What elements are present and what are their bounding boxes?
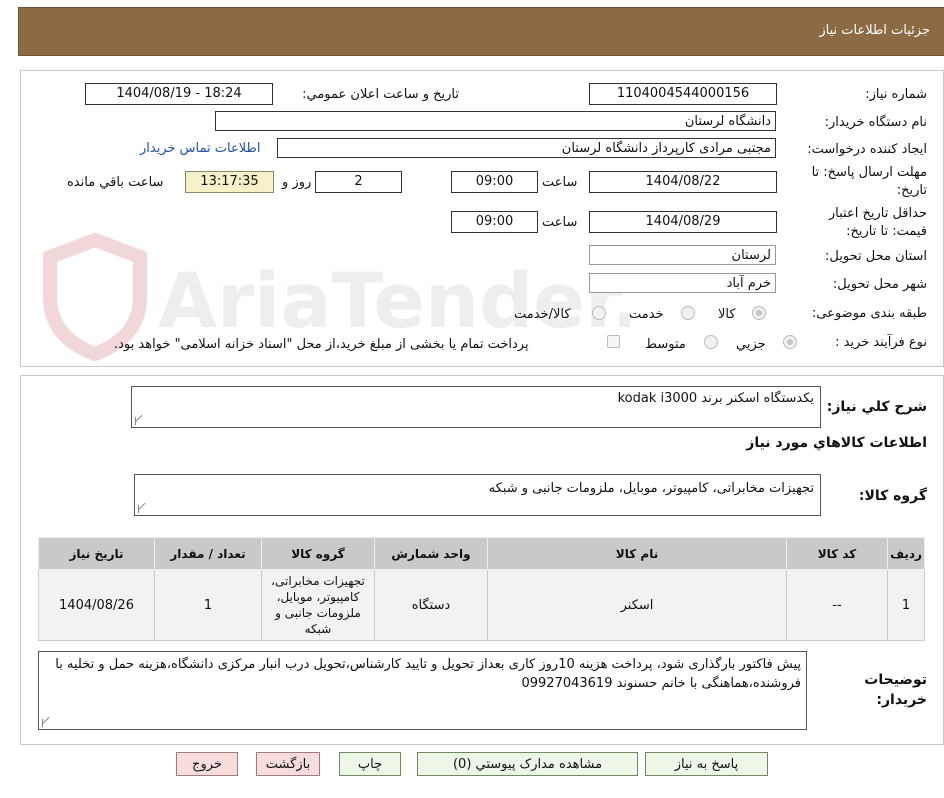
goods-group-textarea[interactable]: تجهيزات مخابراتی، کامپيوتر، موبايل، ملزو…: [134, 474, 821, 516]
deadline-date-field: 1404/08/22: [589, 171, 777, 193]
announce-field: 1404/08/19 - 18:24: [85, 83, 273, 105]
category-radio-both[interactable]: [592, 306, 606, 320]
buyer-notes-label-2: خريدار:: [876, 692, 927, 708]
category-option-both: کالا/خدمت: [514, 307, 571, 322]
days-field: 2: [315, 171, 402, 193]
back-button[interactable]: بازگشت: [256, 752, 320, 776]
process-label: نوع فرآيند خريد :: [835, 335, 927, 350]
process-radio-medium[interactable]: [704, 335, 718, 349]
col-unit: واحد شمارش: [374, 537, 488, 570]
process-option-minor: جزيي: [736, 337, 766, 352]
items-table: رديف کد کالا نام کالا واحد شمارش گروه کا…: [38, 537, 925, 641]
table-row: 1 -- اسکنر دستگاه تجهيزات مخابراتی، کامپ…: [38, 569, 925, 641]
validity-time-field: 09:00: [451, 211, 538, 233]
province-label: استان محل تحويل:: [825, 249, 927, 264]
resize-grip-icon[interactable]: [135, 417, 144, 425]
col-row: رديف: [887, 537, 925, 570]
buyer-notes-text: پيش فاکتور بارگذاری شود، پرداخت هزينه 10…: [55, 657, 801, 691]
resize-grip-icon[interactable]: [138, 505, 147, 513]
treasury-checkbox[interactable]: [607, 335, 620, 348]
remaining-label: ساعت باقي مانده: [67, 175, 164, 190]
page-title: جزئيات اطلاعات نياز: [819, 23, 930, 38]
deadline-time-label: ساعت: [542, 175, 578, 190]
cell-unit: دستگاه: [374, 569, 488, 641]
announce-label: تاريخ و ساعت اعلان عمومي:: [302, 87, 459, 102]
cell-row: 1: [887, 569, 925, 641]
print-button[interactable]: چاپ: [339, 752, 401, 776]
creator-field: مجتبی مرادی کارپرداز دانشگاه لرستان: [277, 138, 776, 158]
exit-button[interactable]: خروج: [176, 752, 238, 776]
buyer-contact-link[interactable]: اطلاعات تماس خريدار: [140, 141, 260, 156]
goods-info-title: اطلاعات کالاهاي مورد نياز: [746, 435, 927, 451]
category-radio-service[interactable]: [681, 306, 695, 320]
buyer-notes-label: توضيحات: [864, 672, 927, 688]
resize-grip-icon[interactable]: [42, 719, 51, 727]
goods-group-text: تجهيزات مخابراتی، کامپيوتر، موبايل، ملزو…: [488, 481, 814, 496]
category-option-goods: کالا: [718, 307, 736, 322]
validity-label-2: قيمت: تا تاريخ:: [846, 224, 927, 239]
reply-button[interactable]: پاسخ به نياز: [645, 752, 768, 776]
col-name: نام کالا: [487, 537, 787, 570]
buyer-org-field: دانشگاه لرستان: [215, 111, 776, 131]
remaining-time-field: 13:17:35: [185, 171, 274, 193]
cell-code: --: [786, 569, 888, 641]
validity-label: حداقل تاريخ اعتبار: [828, 206, 927, 221]
attachments-button[interactable]: مشاهده مدارک پيوستي (0): [417, 752, 638, 776]
description-textarea[interactable]: يکدستگاه اسکنر برند kodak i3000: [131, 386, 821, 428]
col-code: کد کالا: [786, 537, 888, 570]
cell-name: اسکنر: [487, 569, 787, 641]
cell-date: 1404/08/26: [38, 569, 155, 641]
deadline-label: مهلت ارسال پاسخ: تا: [811, 165, 927, 180]
days-label: روز و: [282, 175, 312, 190]
col-qty: تعداد / مقدار: [154, 537, 262, 570]
province-field: لرستان: [589, 245, 776, 265]
deadline-label-2: تاريخ:: [896, 183, 927, 198]
buyer-org-label: نام دستگاه خريدار:: [824, 115, 927, 130]
category-radio-goods[interactable]: [752, 306, 766, 320]
buyer-notes-textarea[interactable]: پيش فاکتور بارگذاری شود، پرداخت هزينه 10…: [38, 651, 807, 730]
cell-qty: 1: [154, 569, 262, 641]
process-option-medium: متوسط: [645, 337, 686, 352]
col-date: تاريخ نياز: [38, 537, 155, 570]
need-number-label: شماره نياز:: [865, 87, 927, 102]
city-field: خرم آباد: [589, 273, 776, 293]
description-label: شرح کلي نياز:: [826, 399, 927, 415]
page-header: جزئيات اطلاعات نياز: [18, 7, 944, 56]
cell-group: تجهيزات مخابراتی، کامپيوتر، موبايل، ملزو…: [261, 569, 375, 641]
city-label: شهر محل تحويل:: [832, 277, 927, 292]
category-label: طبقه بندی موضوعی:: [811, 306, 927, 321]
goods-group-label: گروه کالا:: [858, 488, 927, 504]
col-group: گروه کالا: [261, 537, 375, 570]
process-radio-minor[interactable]: [783, 335, 797, 349]
deadline-time-field: 09:00: [451, 171, 538, 193]
validity-time-label: ساعت: [542, 215, 578, 230]
description-text: يکدستگاه اسکنر برند kodak i3000: [617, 391, 814, 406]
validity-date-field: 1404/08/29: [589, 211, 777, 233]
category-option-service: خدمت: [629, 307, 664, 322]
table-header-row: رديف کد کالا نام کالا واحد شمارش گروه کا…: [38, 537, 925, 570]
need-number-field: 1104004544000156: [589, 83, 777, 105]
creator-label: ايجاد کننده درخواست:: [807, 142, 927, 157]
payment-note: پرداخت تمام يا بخشی از مبلغ خريد،از محل …: [114, 337, 529, 352]
